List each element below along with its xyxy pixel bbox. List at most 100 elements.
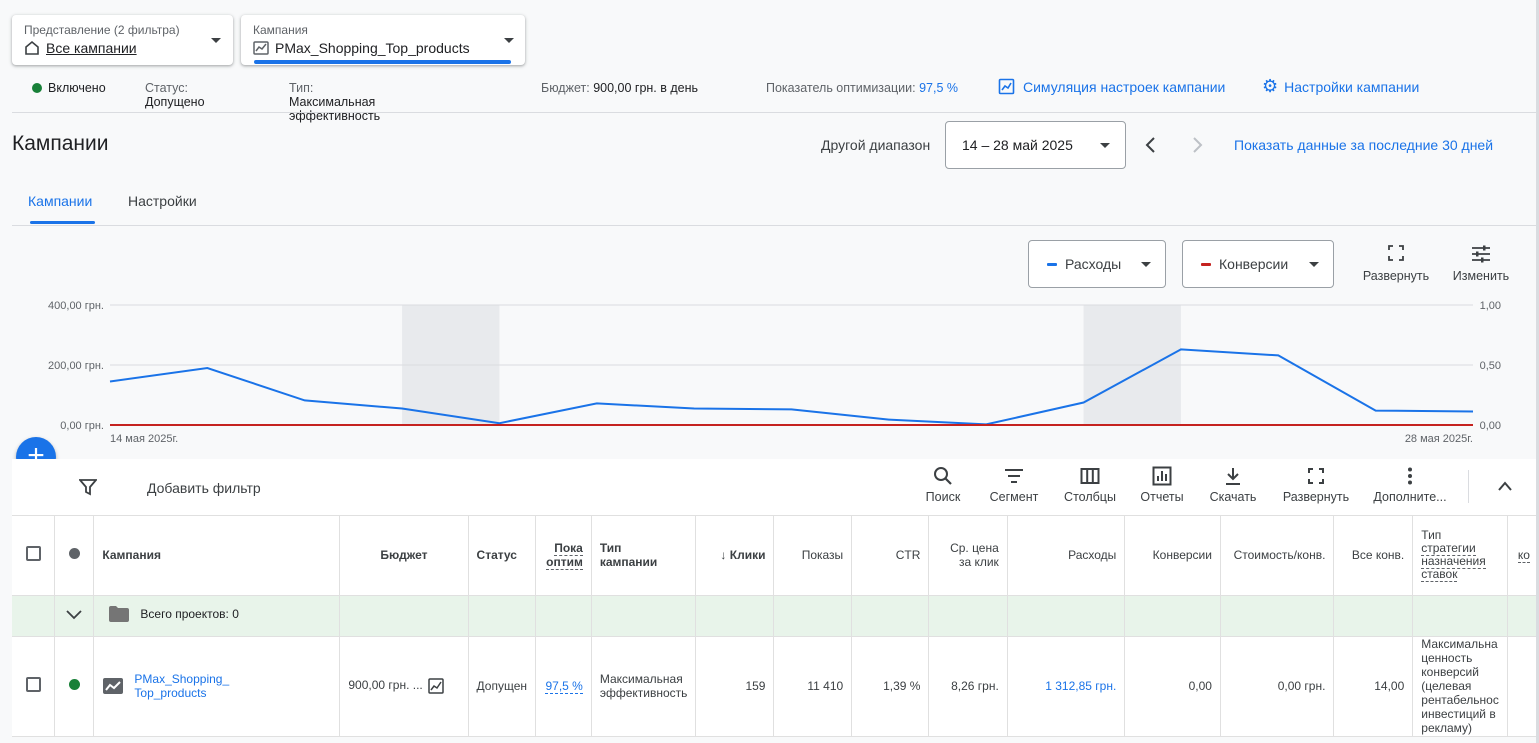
date-range-picker[interactable]: 14 – 28 май 2025 (945, 121, 1126, 169)
col-campaign[interactable]: Кампания (93, 516, 341, 596)
active-tab-indicator (30, 221, 95, 224)
campaign-name-line2: Top_products (134, 686, 207, 700)
optimization-score-link[interactable]: 97,5 % (919, 81, 958, 95)
col-conversions[interactable]: Конверсии (1124, 516, 1221, 596)
row-avg-cpc: 8,26 грн. (928, 636, 1008, 737)
type-value: Максимальная эффективность (289, 95, 381, 123)
col-opt-line2: оптим (546, 555, 583, 571)
row-optimization-score[interactable]: 97,5 % (545, 679, 583, 694)
search-tool[interactable]: Поиск (920, 466, 966, 504)
columns-tool[interactable]: Столбцы (1060, 466, 1120, 504)
folder-icon (109, 606, 130, 622)
select-all-checkbox[interactable] (25, 546, 41, 562)
col-cost[interactable]: Расходы (1007, 516, 1126, 596)
search-tool-label: Поиск (925, 490, 961, 504)
col-clicks-label: Клики (729, 548, 766, 563)
chart-edit-label: Изменить (1452, 269, 1510, 283)
filter-icon[interactable] (78, 478, 98, 499)
col-bid-strategy[interactable]: Тип стратегии назначения ставок (1412, 516, 1508, 596)
col-bid-line4: ставок (1421, 567, 1458, 583)
row-status: Допущен (468, 636, 537, 737)
bid-line3: конверсий (1421, 665, 1479, 679)
pmax-campaign-icon (253, 41, 269, 55)
metric-conversions-label: Конверсии (1219, 256, 1289, 272)
conversions-legend-swatch (1201, 262, 1211, 266)
campaign-selector[interactable]: Кампания PMax_Shopping_Top_products (241, 15, 525, 65)
sort-arrow-icon: ↓ (720, 548, 727, 563)
col-cost-per-conv[interactable]: Стоимость/конв. (1220, 516, 1335, 596)
col-status[interactable]: Статус (468, 516, 537, 596)
reports-icon (1152, 466, 1172, 486)
table-row[interactable]: PMax_Shopping_ Top_products 900,00 грн. .… (12, 636, 1539, 737)
col-budget[interactable]: Бюджет (339, 516, 469, 596)
chevron-down-icon[interactable] (66, 609, 82, 620)
col-opt-line1: Пока (554, 541, 583, 557)
view-selector[interactable]: Представление (2 фильтра) Все кампании (12, 15, 233, 65)
campaign-name-line1: PMax_Shopping_ (134, 672, 230, 686)
row-type-line2: эффективность (599, 686, 688, 700)
col-extra[interactable]: ко (1507, 516, 1539, 596)
add-filter-button[interactable]: Добавить фильтр (147, 480, 261, 496)
campaign-selector-value: PMax_Shopping_Top_products (275, 40, 470, 56)
tab-campaigns[interactable]: Кампании (28, 193, 92, 209)
download-icon (1226, 468, 1240, 485)
campaign-name-link[interactable]: PMax_Shopping_ Top_products (134, 672, 229, 700)
metric-spend-label: Расходы (1065, 256, 1122, 272)
more-tool[interactable]: Дополните... (1370, 466, 1450, 504)
col-optimization[interactable]: Пока оптим (535, 516, 592, 596)
enabled-status-dot[interactable] (68, 679, 80, 690)
row-ctr: 1,39 % (851, 636, 930, 737)
row-checkbox[interactable] (25, 677, 41, 692)
y-right-tick-label: 0,50 (1480, 360, 1501, 372)
bid-line5: рентабельнос (1421, 693, 1499, 707)
segment-tool[interactable]: Сегмент (986, 466, 1042, 504)
chevron-down-icon (504, 38, 514, 43)
chart-expand-label: Развернуть (1362, 269, 1430, 283)
metric-selector-spend[interactable]: Расходы (1028, 240, 1166, 288)
row-cost-link[interactable]: 1 312,85 грн. (1045, 679, 1116, 693)
home-icon (25, 40, 39, 55)
campaign-selector-underline (254, 60, 511, 64)
col-avg-cpc[interactable]: Ср. цена за клик (928, 516, 1008, 596)
row-bid-strategy-link[interactable]: Максимальна ценность конверсий (целевая … (1412, 636, 1508, 737)
expand-tool[interactable]: Развернуть (1278, 466, 1354, 504)
reports-tool[interactable]: Отчеты (1136, 466, 1188, 504)
chart-edit-button[interactable]: Изменить (1448, 245, 1514, 283)
col-clicks[interactable]: ↓ Клики (695, 516, 775, 596)
next-period-button[interactable] (1190, 136, 1204, 154)
chevron-down-icon (211, 38, 221, 43)
tune-icon (1472, 245, 1490, 263)
metric-selector-conversions[interactable]: Конверсии (1182, 240, 1334, 288)
collapse-button[interactable] (1497, 480, 1513, 495)
col-ctr[interactable]: CTR (851, 516, 930, 596)
date-range-value: 14 – 28 май 2025 (962, 137, 1073, 153)
more-tool-label: Дополните... (1373, 490, 1447, 504)
expand-tool-label: Развернуть (1282, 490, 1350, 504)
row-cost-per-conv: 0,00 грн. (1220, 636, 1335, 737)
campaign-selector-label: Кампания (253, 23, 308, 37)
col-type-line2: кампании (599, 555, 658, 570)
col-impressions[interactable]: Показы (773, 516, 853, 596)
col-extra-label: ко (1517, 548, 1530, 564)
toolbar-divider (1468, 470, 1469, 503)
budget-chart-icon[interactable] (428, 678, 444, 694)
simulation-link[interactable]: Симуляция настроек кампании (998, 78, 1225, 95)
col-campaign-type[interactable]: Тип кампании (591, 516, 697, 596)
prev-period-button[interactable] (1144, 136, 1158, 154)
download-tool[interactable]: Скачать (1205, 466, 1261, 504)
columns-tool-label: Столбцы (1064, 490, 1116, 504)
campaign-settings-link[interactable]: ⚙ Настройки кампании (1262, 76, 1419, 96)
y-left-tick-label: 200,00 грн. (48, 360, 104, 372)
page-title: Кампании (12, 132, 109, 155)
col-all-conv[interactable]: Все конв. (1333, 516, 1414, 596)
gear-icon: ⚙ (1262, 76, 1279, 96)
budget-label: Бюджет: (541, 81, 590, 95)
bid-line4: (целевая (1421, 679, 1472, 693)
row-type-line1: Максимальная (599, 672, 683, 686)
last-30-days-link[interactable]: Показать данные за последние 30 дней (1234, 137, 1493, 153)
row-impressions: 11 410 (773, 636, 853, 737)
chart-expand-button[interactable]: Развернуть (1358, 245, 1434, 283)
col-cpc-line2: за клик (958, 555, 999, 570)
bid-line7: рекламу) (1421, 721, 1473, 735)
tab-settings[interactable]: Настройки (128, 193, 197, 209)
